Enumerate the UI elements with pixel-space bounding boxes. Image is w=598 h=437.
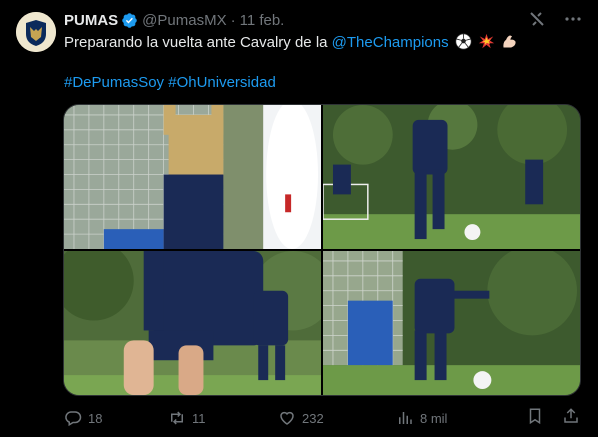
tweet-text: Preparando la vuelta ante Cavalry de la … (64, 33, 584, 53)
separator-dot: · (230, 11, 236, 29)
media-grid (63, 104, 581, 396)
views-icon (399, 412, 412, 424)
photo-player-running[interactable] (323, 105, 580, 249)
verified-badge-icon (121, 12, 138, 29)
share-icon[interactable] (562, 407, 580, 430)
photo-goalkeeper[interactable] (64, 105, 321, 249)
hashtags: #DePumasSoy #OhUniversidad (64, 73, 276, 93)
top-icons (528, 10, 582, 28)
hashtag-ohuniversidad[interactable]: #OhUniversidad (168, 74, 276, 91)
views-count: 8 mil (420, 410, 448, 426)
tweet-text-body: Preparando la vuelta ante Cavalry de la (64, 34, 332, 51)
bookmark-icon[interactable] (526, 407, 544, 430)
tweet-header: PUMAS @PumasMX · 11 feb. (64, 10, 284, 30)
reply-button[interactable]: 18 (64, 409, 148, 427)
like-button[interactable]: 232 (278, 409, 374, 427)
mention-link[interactable]: @TheChampions (332, 34, 449, 51)
author-name[interactable]: PUMAS (64, 12, 118, 29)
reply-count: 18 (88, 410, 103, 426)
retweet-icon (171, 411, 183, 425)
heart-icon (280, 411, 294, 425)
retweet-count: 11 (192, 410, 206, 426)
flexed-biceps-icon (501, 33, 518, 50)
reply-icon (65, 411, 82, 427)
views-button[interactable]: 8 mil (396, 409, 476, 427)
hashtag-depumassoy[interactable]: #DePumasSoy (64, 74, 164, 91)
photo-player-kick[interactable] (323, 251, 580, 395)
photo-player-closeup[interactable] (64, 251, 321, 395)
more-options-icon[interactable] (564, 10, 582, 28)
collision-icon (478, 33, 495, 50)
like-count: 232 (302, 410, 324, 426)
action-bar: 18 11 232 8 mil (64, 406, 580, 430)
avatar[interactable] (16, 12, 56, 52)
retweet-button[interactable]: 11 (168, 409, 256, 427)
author-handle[interactable]: @PumasMX (142, 12, 226, 29)
tweet-date[interactable]: 11 feb. (240, 12, 285, 29)
soccer-ball-icon (455, 33, 472, 50)
grok-icon[interactable] (528, 10, 546, 28)
right-actions (526, 407, 580, 430)
